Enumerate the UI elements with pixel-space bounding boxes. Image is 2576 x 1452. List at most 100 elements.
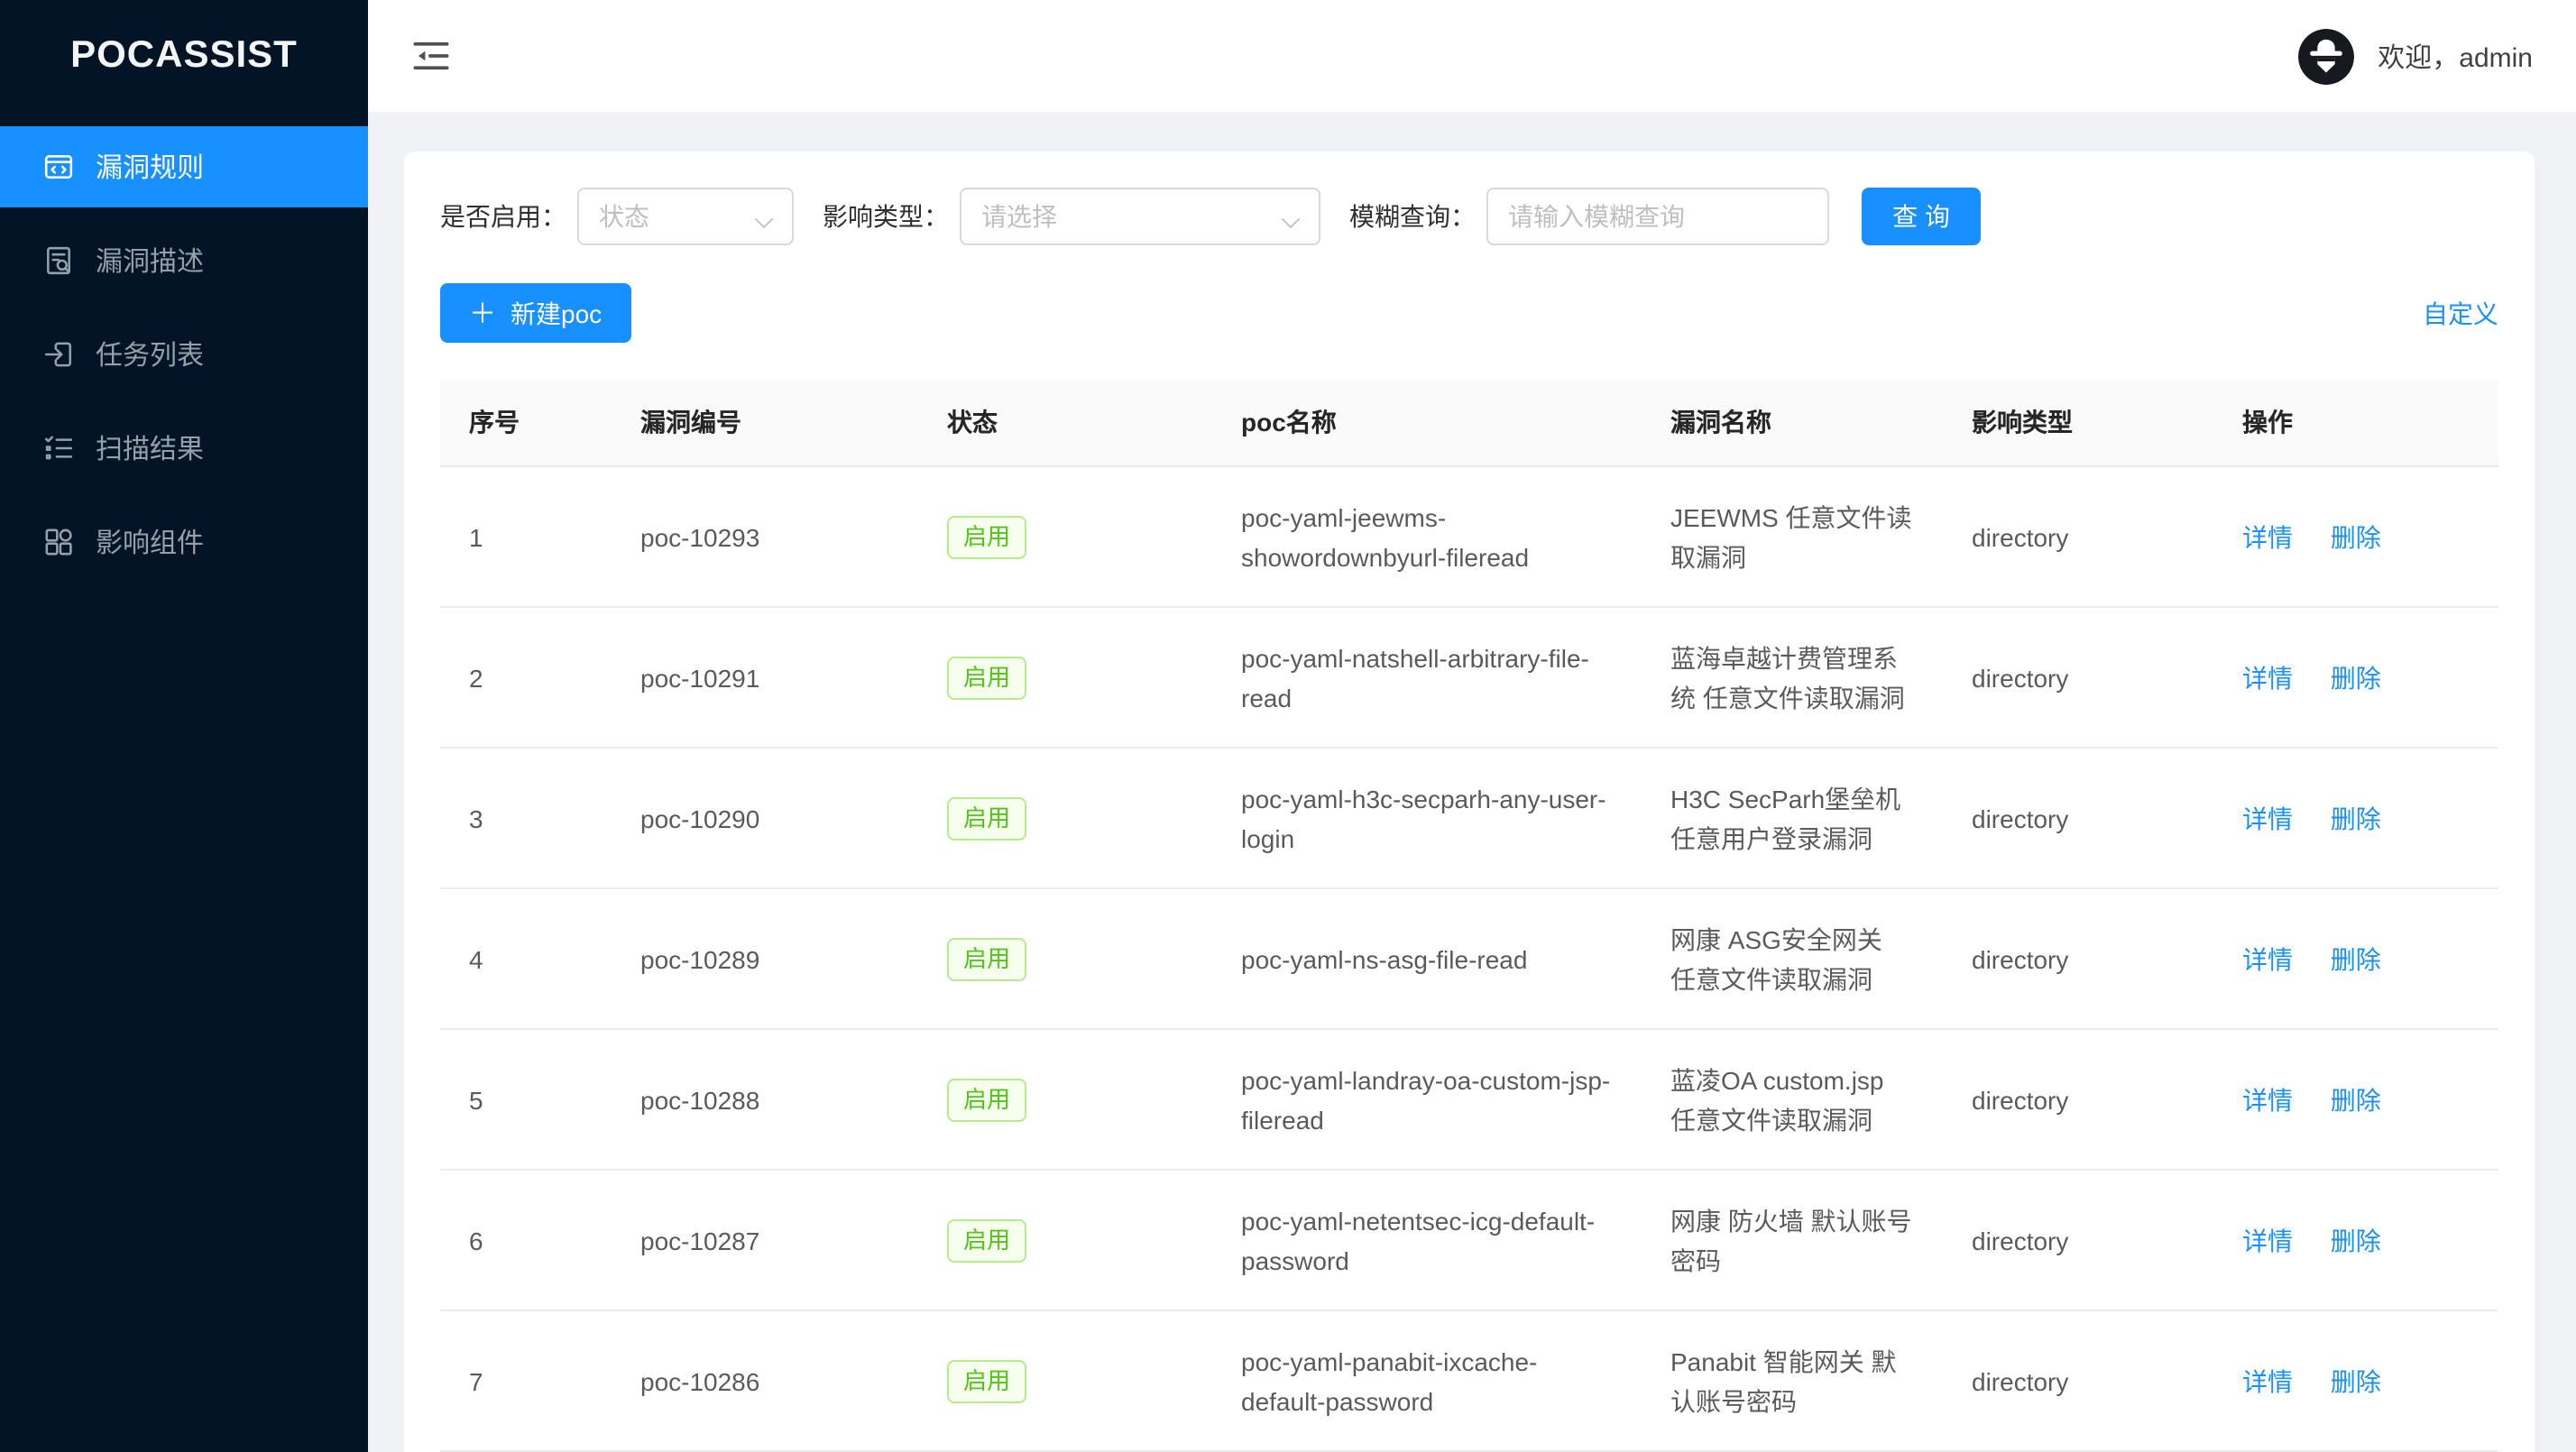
cell-impact-type: directory [1943,1170,2213,1310]
cell-status: 启用 [918,1170,1212,1310]
sidebar-item-affected-components[interactable]: 影响组件 [0,501,368,583]
delete-link[interactable]: 删除 [2331,1085,2381,1114]
cell-vul-id: poc-10287 [612,1170,918,1310]
cell-index: 7 [440,1310,612,1451]
cell-actions: 详情 删除 [2213,466,2498,607]
app-viewport: POCASSIST 漏洞规则 [0,0,2576,1452]
table-row: 2 poc-10291 启用 poc-yaml-natshell-arbitra… [440,607,2498,748]
customize-link[interactable]: 自定义 [2423,295,2498,331]
col-header-type: 影响类型 [1943,379,2213,466]
task-enter-icon [43,339,74,370]
detail-link[interactable]: 详情 [2242,1226,2293,1254]
delete-link[interactable]: 删除 [2331,663,2381,692]
cell-index: 2 [440,607,612,748]
table-row: 6 poc-10287 启用 poc-yaml-netentsec-icg-de… [440,1170,2498,1310]
col-header-index: 序号 [440,379,612,466]
cell-vul-name: Panabit 智能网关 默认账号密码 [1642,1310,1943,1451]
detail-link[interactable]: 详情 [2242,522,2293,551]
delete-link[interactable]: 删除 [2331,522,2381,551]
cell-actions: 详情 删除 [2213,607,2498,748]
sidebar-item-vul-rules[interactable]: 漏洞规则 [0,126,368,207]
cell-vul-id: poc-10286 [612,1310,918,1451]
status-enabled-tag: 启用 [947,1359,1026,1402]
detail-link[interactable]: 详情 [2242,663,2293,692]
status-enabled-tag: 启用 [947,1218,1026,1262]
sidebar-item-label: 影响组件 [96,523,204,561]
cell-status: 启用 [918,748,1212,888]
status-enabled-tag: 启用 [947,937,1026,980]
topbar: 欢迎，admin [368,0,2576,112]
fuzzy-search-input[interactable] [1486,188,1829,245]
cell-poc-name: poc-yaml-netentsec-icg-default-password [1212,1170,1642,1310]
col-header-status: 状态 [918,379,1212,466]
cell-poc-name: poc-yaml-landray-oa-custom-jsp-fileread [1212,1029,1642,1170]
cell-poc-name: poc-yaml-ns-asg-file-read [1212,888,1642,1029]
cell-vul-name: H3C SecParh堡垒机 任意用户登录漏洞 [1642,748,1943,888]
app-logo-title: POCASSIST [0,0,368,112]
menu-fold-icon[interactable] [411,36,451,76]
sidebar-item-scan-results[interactable]: 扫描结果 [0,408,368,489]
cell-poc-name: poc-yaml-jeewms-showordownbyurl-fileread [1212,466,1642,607]
filter-type-group: 影响类型： 请选择 [823,188,1320,245]
cell-actions: 详情 删除 [2213,1029,2498,1170]
delete-link[interactable]: 删除 [2331,804,2381,832]
delete-link[interactable]: 删除 [2331,1226,2381,1254]
topbar-user-area: 欢迎，admin [2298,28,2533,84]
impact-type-select-placeholder: 请选择 [981,198,1057,234]
cell-vul-id: poc-10291 [612,607,918,748]
delete-link[interactable]: 删除 [2331,1366,2381,1395]
cell-index: 4 [440,888,612,1029]
cell-status: 启用 [918,1310,1212,1451]
chevron-down-icon [1282,210,1300,228]
poc-table-header: 序号 漏洞编号 状态 poc名称 漏洞名称 影响类型 操作 [440,379,2498,466]
cell-actions: 详情 删除 [2213,748,2498,888]
cell-vul-id: poc-10290 [612,748,918,888]
cell-actions: 详情 删除 [2213,1310,2498,1451]
table-row: 1 poc-10293 启用 poc-yaml-jeewms-showordow… [440,466,2498,607]
cell-status: 启用 [918,888,1212,1029]
col-header-vul-id: 漏洞编号 [612,379,918,466]
cell-status: 启用 [918,1029,1212,1170]
sidebar-item-label: 漏洞描述 [96,242,204,280]
welcome-text: 欢迎，admin [2378,37,2533,75]
detail-link[interactable]: 详情 [2242,1366,2293,1395]
cell-vul-id: poc-10288 [612,1029,918,1170]
cell-impact-type: directory [1943,1310,2213,1451]
new-poc-button[interactable]: ＋ 新建poc [440,283,630,343]
status-enabled-tag: 启用 [947,1078,1026,1121]
sidebar-item-label: 扫描结果 [96,429,204,467]
content-area: 是否启用： 状态 影响类型： 请选择 模糊查 [368,152,2576,1452]
cell-index: 6 [440,1170,612,1310]
cell-actions: 详情 删除 [2213,888,2498,1029]
table-row: 7 poc-10286 启用 poc-yaml-panabit-ixcache-… [440,1310,2498,1451]
file-search-icon [43,245,74,276]
cell-status: 启用 [918,466,1212,607]
cell-index: 5 [440,1029,612,1170]
cell-poc-name: poc-yaml-natshell-arbitrary-file-read [1212,607,1642,748]
search-button[interactable]: 查 询 [1862,188,1981,245]
chevron-down-icon [755,210,773,228]
checklist-icon [43,433,74,464]
sidebar-item-label: 任务列表 [96,335,204,373]
cell-vul-name: 网康 ASG安全网关 任意文件读取漏洞 [1642,888,1943,1029]
sidebar-item-vul-description[interactable]: 漏洞描述 [0,220,368,301]
user-avatar[interactable] [2298,28,2354,84]
components-icon [43,527,74,557]
detail-link[interactable]: 详情 [2242,944,2293,973]
cell-impact-type: directory [1943,748,2213,888]
sidebar-item-task-list[interactable]: 任务列表 [0,314,368,395]
poc-table: 序号 漏洞编号 状态 poc名称 漏洞名称 影响类型 操作 1 poc-1029… [440,379,2498,1452]
detail-link[interactable]: 详情 [2242,1085,2293,1114]
status-select-placeholder: 状态 [599,198,649,234]
cell-actions: 详情 删除 [2213,1170,2498,1310]
detail-link[interactable]: 详情 [2242,804,2293,832]
filter-row: 是否启用： 状态 影响类型： 请选择 模糊查 [440,188,2498,245]
delete-link[interactable]: 删除 [2331,944,2381,973]
table-row: 3 poc-10290 启用 poc-yaml-h3c-secparh-any-… [440,748,2498,888]
sidebar: POCASSIST 漏洞规则 [0,0,368,1452]
impact-type-select[interactable]: 请选择 [960,188,1320,245]
status-select[interactable]: 状态 [577,188,794,245]
cell-index: 3 [440,748,612,888]
filter-enabled-label: 是否启用： [440,198,566,234]
status-enabled-tag: 启用 [947,515,1026,558]
